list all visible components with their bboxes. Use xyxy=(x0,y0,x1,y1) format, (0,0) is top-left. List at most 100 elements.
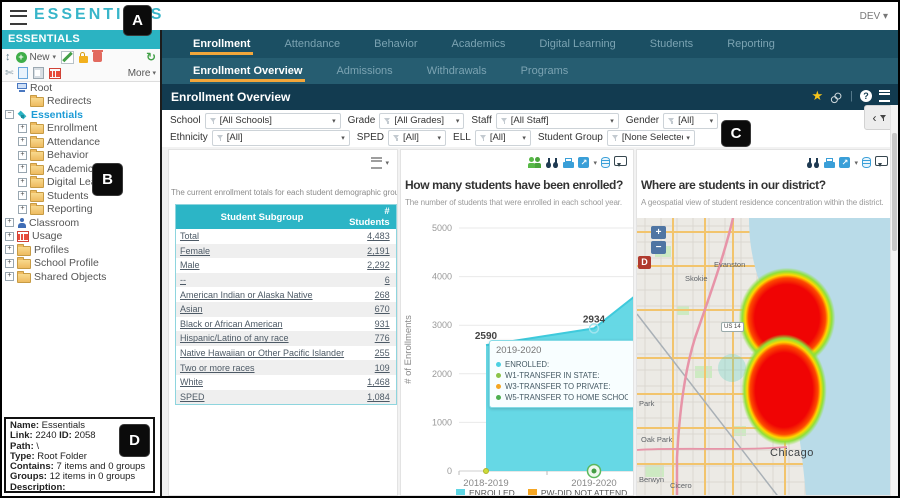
favorite-star-icon[interactable]: ★ xyxy=(811,89,823,103)
database-icon[interactable] xyxy=(862,157,871,168)
subgroup-link[interactable]: SPED xyxy=(176,390,349,405)
tab-academics[interactable]: Academics xyxy=(435,30,523,58)
print-icon[interactable] xyxy=(824,158,835,168)
subgroup-link[interactable]: Two or more races xyxy=(176,360,349,375)
count-link[interactable]: 670 xyxy=(348,302,396,317)
export-icon[interactable] xyxy=(578,157,589,168)
comment-icon[interactable] xyxy=(614,156,627,166)
binoculars-icon[interactable] xyxy=(807,158,820,168)
help-icon[interactable] xyxy=(860,90,872,102)
expand-icon[interactable]: + xyxy=(18,164,27,173)
refresh-icon[interactable]: ↻ xyxy=(146,51,156,63)
subgroup-link[interactable]: Male xyxy=(176,258,349,273)
copy-icon[interactable] xyxy=(18,67,28,79)
trash-icon[interactable] xyxy=(93,52,102,62)
expand-icon[interactable]: + xyxy=(5,272,14,281)
filter-select-gender[interactable]: [All]▾ xyxy=(663,113,718,129)
tab-digital-learning[interactable]: Digital Learning xyxy=(522,30,632,58)
tab-reporting[interactable]: Reporting xyxy=(710,30,792,58)
panel-menu-icon[interactable]: ▾ xyxy=(371,157,389,169)
subgroup-link[interactable]: Female xyxy=(176,244,349,259)
subtab-programs[interactable]: Programs xyxy=(504,58,586,84)
legend-item[interactable]: ENROLLED xyxy=(456,488,515,496)
tree-item-shared-objects[interactable]: +Shared Objects xyxy=(2,270,160,284)
subgroup-link[interactable]: White xyxy=(176,375,349,390)
export-icon[interactable] xyxy=(839,157,850,168)
count-link[interactable]: 776 xyxy=(348,331,396,346)
count-link[interactable]: 1,084 xyxy=(348,390,396,405)
tree-item-digital-learning[interactable]: +Digital Learning xyxy=(2,176,160,190)
expand-icon[interactable]: + xyxy=(18,191,27,200)
tree-item-profiles[interactable]: +Profiles xyxy=(2,243,160,257)
paste-icon[interactable] xyxy=(33,67,44,79)
new-button[interactable]: +New▾ xyxy=(16,52,57,63)
expand-icon[interactable]: + xyxy=(5,218,14,227)
more-button[interactable]: More▾ xyxy=(128,68,156,79)
caret-icon[interactable]: ▾ xyxy=(593,159,597,167)
expand-icon[interactable]: + xyxy=(18,151,27,160)
filter-select-ell[interactable]: [All]▾ xyxy=(475,130,531,146)
tree-item-usage[interactable]: +Usage xyxy=(2,230,160,244)
tree-item-classroom[interactable]: +Classroom xyxy=(2,216,160,230)
print-icon[interactable] xyxy=(563,158,574,168)
tree-item-essentials[interactable]: −Essentials xyxy=(2,108,160,122)
count-link[interactable]: 931 xyxy=(348,317,396,332)
expand-icon[interactable]: + xyxy=(18,205,27,214)
tree-item-redirects[interactable]: Redirects xyxy=(2,95,160,109)
subgroup-link[interactable]: Hispanic/Latino of any race xyxy=(176,331,349,346)
vertical-scrollbar[interactable] xyxy=(890,105,898,496)
filter-select-staff[interactable]: [All Staff]▾ xyxy=(496,113,619,129)
count-link[interactable]: 268 xyxy=(348,287,396,302)
edit-icon[interactable] xyxy=(61,51,74,64)
expand-icon[interactable]: + xyxy=(18,178,27,187)
sort-icon[interactable]: ↕ xyxy=(5,51,11,63)
subtab-admissions[interactable]: Admissions xyxy=(319,58,409,84)
count-link[interactable]: 255 xyxy=(348,346,396,361)
map-zoom-out-button[interactable]: − xyxy=(651,241,666,254)
lock-icon[interactable] xyxy=(79,56,88,63)
tree-item-reporting[interactable]: +Reporting xyxy=(2,203,160,217)
map-zoom-in-button[interactable]: + xyxy=(651,226,666,239)
caret-icon[interactable]: ▾ xyxy=(854,159,858,167)
column-student-subgroup[interactable]: Student Subgroup xyxy=(176,205,349,230)
map-marker-button[interactable]: D xyxy=(638,256,651,269)
chart-icon[interactable] xyxy=(49,68,61,79)
district-heatmap[interactable]: US 14 + − D EvanstonSkokieParkOak ParkBe… xyxy=(637,218,893,496)
binoculars-icon[interactable] xyxy=(546,158,559,168)
tab-students[interactable]: Students xyxy=(633,30,710,58)
expand-icon[interactable]: + xyxy=(5,245,14,254)
people-icon[interactable] xyxy=(528,157,542,168)
tree-item-academics[interactable]: +Academics xyxy=(2,162,160,176)
tree-item-attendance[interactable]: +Attendance xyxy=(2,135,160,149)
tab-enrollment[interactable]: Enrollment xyxy=(176,30,267,58)
filter-select-sped[interactable]: [All]▾ xyxy=(388,130,446,146)
database-icon[interactable] xyxy=(601,157,610,168)
tree-item-behavior[interactable]: +Behavior xyxy=(2,149,160,163)
count-link[interactable]: 6 xyxy=(348,273,396,288)
environment-dropdown[interactable]: DEV ▾ xyxy=(860,11,888,22)
filter-select-school[interactable]: [All Schools]▾ xyxy=(205,113,341,129)
hamburger-menu-icon[interactable] xyxy=(10,10,27,25)
tab-attendance[interactable]: Attendance xyxy=(267,30,357,58)
comment-icon[interactable] xyxy=(875,156,888,166)
titlebar-menu-icon[interactable] xyxy=(879,90,890,102)
column-num-students[interactable]: # Students xyxy=(348,205,396,230)
tree-item-enrollment[interactable]: +Enrollment xyxy=(2,122,160,136)
subgroup-link[interactable]: Asian xyxy=(176,302,349,317)
expand-icon[interactable]: + xyxy=(18,137,27,146)
filter-select-ethnicity[interactable]: [All]▾ xyxy=(212,130,350,146)
subgroup-link[interactable]: Native Hawaiian or Other Pacific Islande… xyxy=(176,346,349,361)
tree-item-school-profile[interactable]: +School Profile xyxy=(2,257,160,271)
filter-select-student-group[interactable]: [None Selected]▾ xyxy=(607,130,695,146)
subgroup-link[interactable]: Total xyxy=(176,229,349,244)
subtab-withdrawals[interactable]: Withdrawals xyxy=(410,58,504,84)
subgroup-link[interactable]: Black or African American xyxy=(176,317,349,332)
count-link[interactable]: 2,191 xyxy=(348,244,396,259)
count-link[interactable]: 4,483 xyxy=(348,229,396,244)
collapse-icon[interactable]: − xyxy=(5,110,14,119)
tree-item-students[interactable]: +Students xyxy=(2,189,160,203)
subgroup-link[interactable]: -- xyxy=(176,273,349,288)
subtab-enrollment-overview[interactable]: Enrollment Overview xyxy=(176,58,319,84)
legend-item[interactable]: PW-DID NOT ATTEND xyxy=(528,488,627,496)
filter-select-grade[interactable]: [All Grades]▾ xyxy=(379,113,464,129)
